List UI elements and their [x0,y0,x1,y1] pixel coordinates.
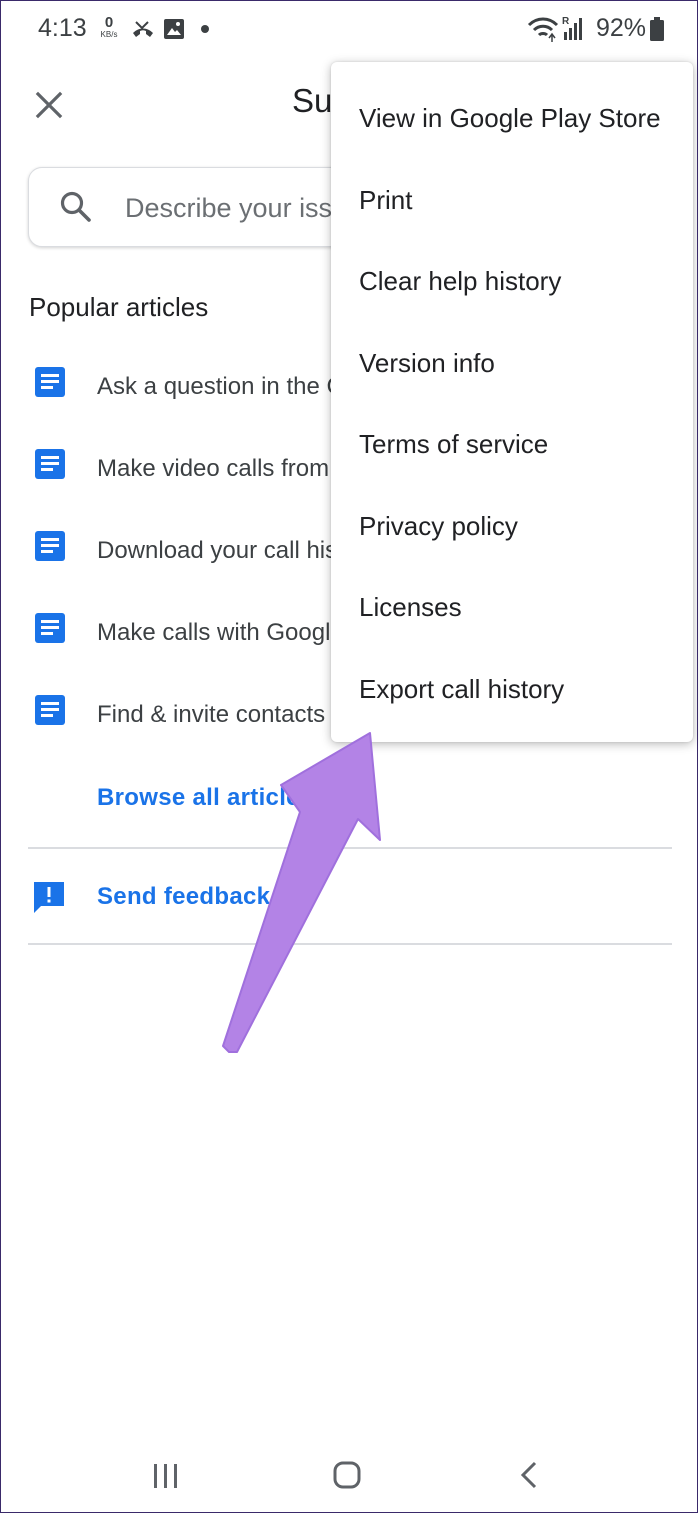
missed-call-icon [130,18,156,47]
document-icon [34,530,66,567]
divider [28,847,672,849]
data-speed-unit: KB/s [100,30,118,39]
send-feedback-row[interactable]: Send feedback [0,862,700,932]
article-label: Find & invite contacts [97,701,326,728]
menu-item-licenses[interactable]: Licenses [331,567,693,648]
close-icon [28,91,70,130]
svg-text:R: R [562,16,570,27]
document-icon [34,694,66,731]
data-speed-indicator: 0 KB/s [95,14,123,40]
data-speed-value: 0 [104,14,114,31]
menu-item-version-info[interactable]: Version info [331,323,693,404]
close-button[interactable] [28,84,70,126]
notification-dot-icon [201,25,209,33]
divider [28,943,672,945]
home-icon [322,1461,372,1500]
article-label: Make video calls from [97,455,330,482]
menu-item-terms-of-service[interactable]: Terms of service [331,404,693,485]
document-icon [34,612,66,649]
document-icon [34,448,66,485]
browse-all-articles-link[interactable]: Browse all articles [97,784,313,812]
menu-item-view-in-google-play-store[interactable]: View in Google Play Store [331,78,693,159]
status-bar: 4:13 0 KB/s R 92% [0,0,700,62]
status-time: 4:13 [38,14,87,42]
menu-item-privacy-policy[interactable]: Privacy policy [331,486,693,567]
back-button[interactable] [504,1456,554,1496]
recents-icon [141,1464,191,1500]
back-icon [504,1461,554,1500]
menu-item-export-call-history[interactable]: Export call history [331,649,693,730]
image-icon [163,18,185,45]
system-nav-bar [0,1430,700,1515]
article-label: Download your call his [97,537,338,564]
menu-item-print[interactable]: Print [331,160,693,241]
document-icon [34,366,66,403]
feedback-icon [31,879,67,920]
search-icon [59,190,93,229]
menu-item-clear-help-history[interactable]: Clear help history [331,241,693,322]
home-button[interactable] [322,1456,372,1496]
signal-icon: R [562,14,584,47]
battery-icon [650,17,664,46]
article-label: Make calls with Google [97,619,344,646]
recents-button[interactable] [141,1456,191,1496]
send-feedback-label: Send feedback [97,883,271,910]
article-label: Ask a question in the C [97,373,344,400]
page-title: Su [292,82,333,119]
battery-percentage: 92% [596,14,647,42]
wifi-icon [527,16,559,47]
overflow-menu: View in Google Play Store Print Clear help… [331,62,693,742]
popular-articles-heading: Popular articles [29,292,209,322]
